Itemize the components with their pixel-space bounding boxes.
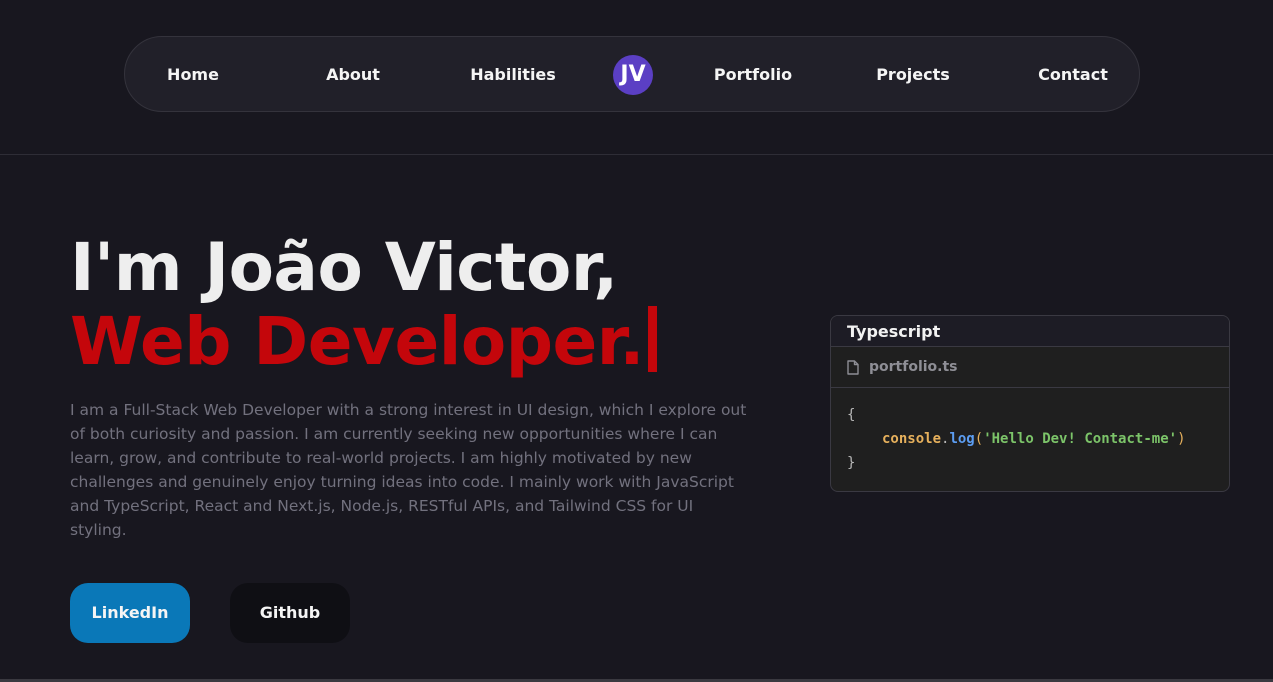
typing-cursor [647,306,657,372]
file-icon [847,359,859,375]
code-string: 'Hello Dev! Contact-me' [983,431,1178,447]
code-card: Typescript portfolio.ts { console.log('He… [830,315,1230,492]
hero-role-text: Web Developer. [70,303,644,380]
code-line-1: { [847,403,1213,427]
nav-link-contact[interactable]: Contact [1038,37,1108,113]
code-filename: portfolio.ts [869,359,958,375]
code-file-tab: portfolio.ts [831,347,1229,388]
code-method: log [949,431,975,447]
code-open-brace: { [847,407,856,423]
jv-logo[interactable]: JV [613,55,653,95]
code-object: console [882,431,942,447]
hero-title: I'm João Victor, [70,229,618,306]
github-button[interactable]: Github [230,583,350,643]
header-divider [0,154,1273,155]
portfolio-page: Home About Habilities JV Portfolio Proje… [0,0,1273,682]
code-paren-close: ) [1177,431,1186,447]
code-line-3: } [847,451,1213,475]
code-close-brace: } [847,455,856,471]
code-card-title: Typescript [831,316,1229,347]
nav-link-home[interactable]: Home [167,37,219,113]
nav-link-habilities[interactable]: Habilities [470,37,556,113]
top-navbar: Home About Habilities JV Portfolio Proje… [124,36,1140,112]
hero-description: I am a Full-Stack Web Developer with a s… [70,401,747,539]
nav-link-about[interactable]: About [326,37,380,113]
nav-link-portfolio[interactable]: Portfolio [714,37,792,113]
code-paren-open: ( [974,431,984,447]
code-line-2: console.log('Hello Dev! Contact-me') [847,427,1213,451]
linkedin-button[interactable]: LinkedIn [70,583,190,643]
hero-role: Web Developer. [70,306,657,378]
nav-link-projects[interactable]: Projects [876,37,950,113]
code-snippet: { console.log('Hello Dev! Contact-me')} [831,388,1229,475]
